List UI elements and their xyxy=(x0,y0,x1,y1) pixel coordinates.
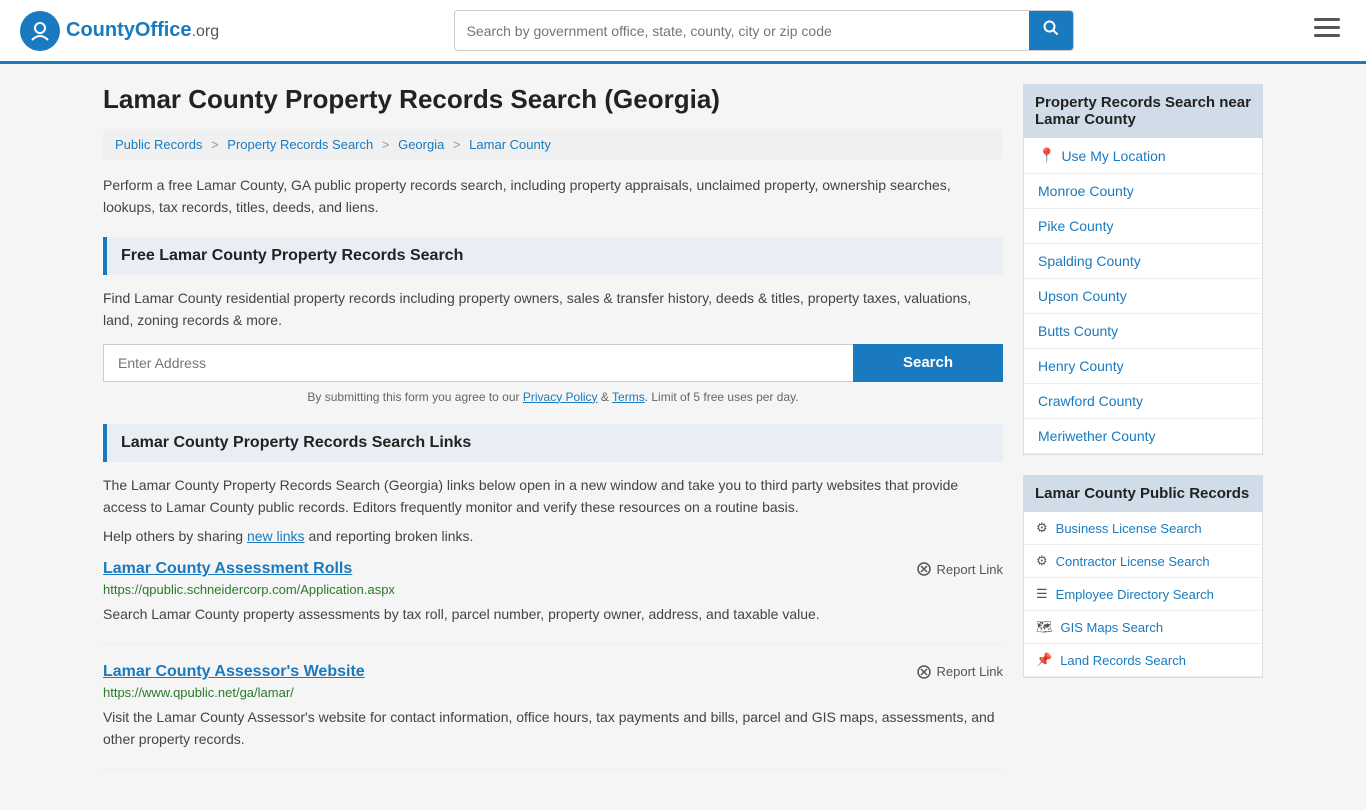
logo-area: CountyOffice.org xyxy=(20,11,219,51)
nearby-county-butts[interactable]: Butts County xyxy=(1024,314,1262,349)
address-search-form: Search xyxy=(103,344,1003,382)
public-record-business-license[interactable]: ⚙ Business License Search xyxy=(1024,512,1262,545)
pike-county-link[interactable]: Pike County xyxy=(1038,218,1113,234)
share-links-text: Help others by sharing new links and rep… xyxy=(103,528,1003,544)
disclaimer-text: By submitting this form you agree to our xyxy=(307,390,519,404)
employee-directory-link[interactable]: Employee Directory Search xyxy=(1056,587,1214,602)
public-records-section: Lamar County Public Records ⚙ Business L… xyxy=(1023,475,1263,678)
report-label-1: Report Link xyxy=(937,562,1003,577)
location-pin-icon: 📍 xyxy=(1038,147,1055,164)
land-records-icon: 📌 xyxy=(1036,652,1052,668)
share-prefix: Help others by sharing xyxy=(103,528,243,544)
meriwether-county-link[interactable]: Meriwether County xyxy=(1038,428,1156,444)
links-description: The Lamar County Property Records Search… xyxy=(103,474,1003,519)
breadcrumb: Public Records > Property Records Search… xyxy=(103,129,1003,160)
gis-maps-icon: 🗺 xyxy=(1036,619,1053,635)
business-license-icon: ⚙ xyxy=(1036,520,1048,536)
public-records-list: ⚙ Business License Search ⚙ Contractor L… xyxy=(1023,512,1263,678)
henry-county-link[interactable]: Henry County xyxy=(1038,358,1124,374)
butts-county-link[interactable]: Butts County xyxy=(1038,323,1118,339)
links-section: Lamar County Property Records Search Lin… xyxy=(103,424,1003,770)
contractor-license-icon: ⚙ xyxy=(1036,553,1048,569)
nearby-section-title: Property Records Search near Lamar Count… xyxy=(1023,84,1263,138)
link-desc-2: Visit the Lamar County Assessor's websit… xyxy=(103,706,1003,751)
use-my-location-item[interactable]: 📍 Use My Location xyxy=(1024,138,1262,174)
nearby-county-pike[interactable]: Pike County xyxy=(1024,209,1262,244)
public-record-land-records[interactable]: 📌 Land Records Search xyxy=(1024,644,1262,677)
limit-text: Limit of 5 free uses per day. xyxy=(651,390,798,404)
content-area: Lamar County Property Records Search (Ge… xyxy=(103,84,1003,790)
breadcrumb-sep-1: > xyxy=(211,137,219,152)
gis-maps-link[interactable]: GIS Maps Search xyxy=(1061,620,1164,635)
breadcrumb-property-search[interactable]: Property Records Search xyxy=(227,137,373,152)
nearby-county-monroe[interactable]: Monroe County xyxy=(1024,174,1262,209)
free-search-description: Find Lamar County residential property r… xyxy=(103,287,1003,332)
use-my-location-link[interactable]: Use My Location xyxy=(1061,148,1165,164)
nearby-section: Property Records Search near Lamar Count… xyxy=(1023,84,1263,455)
public-record-contractor-license[interactable]: ⚙ Contractor License Search xyxy=(1024,545,1262,578)
logo-text: CountyOffice.org xyxy=(66,19,219,42)
link-title-assessor[interactable]: Lamar County Assessor's Website xyxy=(103,663,365,681)
terms-link[interactable]: Terms xyxy=(612,390,645,404)
link-item-assessment-rolls: Lamar County Assessment Rolls Report Lin… xyxy=(103,560,1003,644)
logo-icon xyxy=(20,11,60,51)
breadcrumb-sep-3: > xyxy=(453,137,461,152)
main-layout: Lamar County Property Records Search (Ge… xyxy=(83,64,1283,810)
header-search-input[interactable] xyxy=(455,15,1029,47)
breadcrumb-public-records[interactable]: Public Records xyxy=(115,137,202,152)
public-records-title: Lamar County Public Records xyxy=(1023,475,1263,512)
nearby-county-henry[interactable]: Henry County xyxy=(1024,349,1262,384)
upson-county-link[interactable]: Upson County xyxy=(1038,288,1127,304)
form-disclaimer: By submitting this form you agree to our… xyxy=(103,390,1003,404)
breadcrumb-lamar[interactable]: Lamar County xyxy=(469,137,551,152)
breadcrumb-sep-2: > xyxy=(382,137,390,152)
page-description: Perform a free Lamar County, GA public p… xyxy=(103,174,1003,219)
link-desc-1: Search Lamar County property assessments… xyxy=(103,603,1003,625)
free-search-section: Free Lamar County Property Records Searc… xyxy=(103,237,1003,404)
report-link-btn-1[interactable]: Report Link xyxy=(916,561,1003,577)
link-item-header-1: Lamar County Assessment Rolls Report Lin… xyxy=(103,560,1003,578)
report-link-btn-2[interactable]: Report Link xyxy=(916,664,1003,680)
address-search-button[interactable]: Search xyxy=(853,344,1003,382)
link-title-assessment-rolls[interactable]: Lamar County Assessment Rolls xyxy=(103,560,352,578)
new-links-link[interactable]: new links xyxy=(247,528,305,544)
share-suffix: and reporting broken links. xyxy=(308,528,473,544)
nearby-county-meriwether[interactable]: Meriwether County xyxy=(1024,419,1262,454)
nearby-counties-list: 📍 Use My Location Monroe County Pike Cou… xyxy=(1023,138,1263,455)
links-section-header: Lamar County Property Records Search Lin… xyxy=(103,424,1003,462)
header-search-bar xyxy=(454,10,1074,51)
nearby-county-upson[interactable]: Upson County xyxy=(1024,279,1262,314)
menu-icon[interactable] xyxy=(1308,12,1346,50)
sidebar: Property Records Search near Lamar Count… xyxy=(1023,84,1263,790)
page-title: Lamar County Property Records Search (Ge… xyxy=(103,84,1003,115)
link-item-header-2: Lamar County Assessor's Website Report L… xyxy=(103,663,1003,681)
employee-directory-icon: ☰ xyxy=(1036,586,1048,602)
report-label-2: Report Link xyxy=(937,664,1003,679)
header-search-button[interactable] xyxy=(1029,11,1073,50)
header: CountyOffice.org xyxy=(0,0,1366,64)
nearby-county-spalding[interactable]: Spalding County xyxy=(1024,244,1262,279)
breadcrumb-georgia[interactable]: Georgia xyxy=(398,137,444,152)
free-search-header: Free Lamar County Property Records Searc… xyxy=(103,237,1003,275)
spalding-county-link[interactable]: Spalding County xyxy=(1038,253,1141,269)
land-records-link[interactable]: Land Records Search xyxy=(1060,653,1186,668)
public-record-gis-maps[interactable]: 🗺 GIS Maps Search xyxy=(1024,611,1262,644)
contractor-license-link[interactable]: Contractor License Search xyxy=(1056,554,1210,569)
link-item-assessor: Lamar County Assessor's Website Report L… xyxy=(103,663,1003,770)
business-license-link[interactable]: Business License Search xyxy=(1056,521,1202,536)
privacy-policy-link[interactable]: Privacy Policy xyxy=(523,390,598,404)
nearby-county-crawford[interactable]: Crawford County xyxy=(1024,384,1262,419)
address-input[interactable] xyxy=(103,344,853,382)
link-url-2[interactable]: https://www.qpublic.net/ga/lamar/ xyxy=(103,685,1003,700)
link-url-1[interactable]: https://qpublic.schneidercorp.com/Applic… xyxy=(103,582,1003,597)
monroe-county-link[interactable]: Monroe County xyxy=(1038,183,1134,199)
crawford-county-link[interactable]: Crawford County xyxy=(1038,393,1143,409)
public-record-employee-directory[interactable]: ☰ Employee Directory Search xyxy=(1024,578,1262,611)
